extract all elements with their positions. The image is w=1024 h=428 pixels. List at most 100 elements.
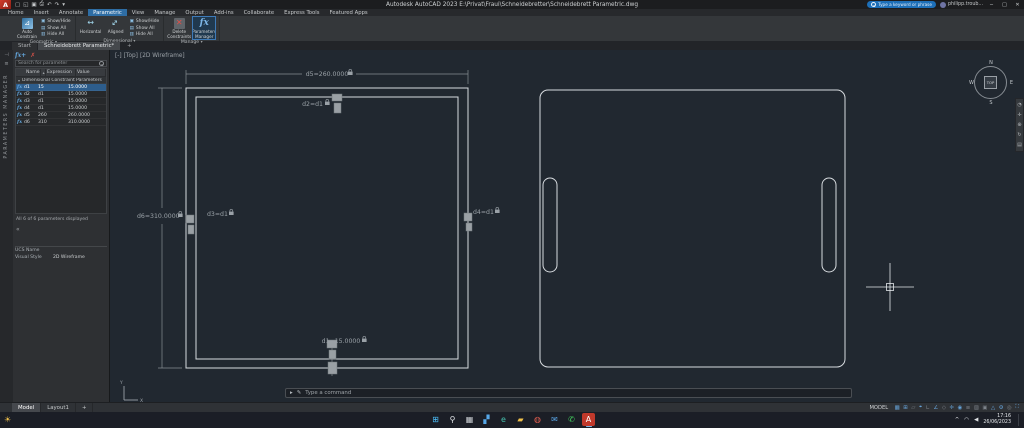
collapse-group-icon[interactable]: ▾: [18, 78, 20, 83]
parameter-row[interactable]: fx d5 260 260.0000: [16, 112, 106, 119]
parameter-row[interactable]: fx d1 15 15.0000: [16, 84, 106, 91]
ribbon-tab[interactable]: View: [127, 9, 150, 16]
dim-constraint-d1[interactable]: d1=15.0000: [322, 338, 361, 345]
workspace-switching-icon[interactable]: ⚙: [999, 405, 1004, 411]
file-explorer-button[interactable]: ▰: [514, 413, 527, 426]
new-parameter-button[interactable]: fx+: [15, 52, 26, 59]
grips[interactable]: [185, 93, 473, 375]
viewport-menu-control[interactable]: [-]: [115, 53, 122, 59]
viewcube-west[interactable]: W: [969, 80, 974, 86]
autocad-taskbar-button[interactable]: A: [582, 413, 595, 427]
dim-constraint-d4[interactable]: d4=d1: [473, 209, 494, 216]
hidden-icons-chevron[interactable]: ^: [955, 417, 960, 423]
viewcube-top-face[interactable]: TOP: [984, 76, 997, 89]
weather-widget-icon[interactable]: ☀: [4, 415, 11, 424]
ribbon-tab[interactable]: Featured Apps: [325, 9, 373, 16]
left-handle-slot[interactable]: [542, 177, 558, 273]
edge-browser-button[interactable]: e: [497, 413, 510, 426]
aligned-constraint-button[interactable]: ↔ Aligned: [105, 17, 127, 38]
grip[interactable]: [465, 222, 473, 232]
customize-command-line-icon[interactable]: ✎: [297, 390, 302, 396]
drawing-canvas[interactable]: d5=260.0000 d6=310.0000 d2=d1 d3=d1 d4=d…: [110, 50, 1024, 402]
ucs-name-row[interactable]: UCS Name: [15, 247, 107, 254]
show-desktop-button[interactable]: [1018, 414, 1020, 426]
model-space-label[interactable]: MODEL: [869, 405, 888, 411]
isometric-drafting-icon[interactable]: ◇: [942, 405, 946, 411]
dim-constraint-d3[interactable]: d3=d1: [207, 211, 228, 218]
volume-icon[interactable]: ◀: [974, 417, 978, 423]
qat-dropdown-icon[interactable]: ▾: [62, 2, 65, 8]
plot-icon[interactable]: ⎙: [40, 1, 44, 8]
grid-display-icon[interactable]: ▦: [895, 405, 900, 411]
object-snap-tracking-icon[interactable]: ✛: [950, 405, 955, 411]
parameter-group-row[interactable]: ▾ Dimensional Constraint Parameters: [16, 77, 106, 84]
minimize-button[interactable]: ─: [987, 2, 996, 8]
viewcube-east[interactable]: E: [1010, 80, 1013, 86]
whatsapp-button[interactable]: ✆: [565, 413, 578, 426]
ortho-mode-icon[interactable]: ∟: [926, 405, 931, 411]
grip[interactable]: [328, 349, 337, 360]
maximize-button[interactable]: □: [1000, 2, 1009, 8]
ribbon-tab[interactable]: Collaborate: [239, 9, 280, 16]
parameters-manager-button[interactable]: fx Parameters Manager: [192, 15, 217, 41]
user-account[interactable]: philipp.troub...: [939, 1, 983, 8]
save-icon[interactable]: ▣: [31, 2, 36, 8]
geometric-hide-all-button[interactable]: ▥ Hide All: [41, 32, 71, 38]
geometric-show-hide-button[interactable]: ▣ Show/Hide: [41, 19, 71, 25]
auto-hide-icon[interactable]: ⊣: [4, 52, 8, 58]
dimensional-show-hide-button[interactable]: ▣ Show/Hide: [130, 19, 160, 25]
outer-rectangle[interactable]: [185, 87, 469, 369]
dynamic-input-icon[interactable]: ⌖: [919, 404, 922, 411]
close-button[interactable]: ✕: [1013, 2, 1022, 8]
ribbon-tab[interactable]: Output: [180, 9, 208, 16]
new-drawing-icon[interactable]: ▢: [15, 2, 20, 8]
dim-constraint-d2[interactable]: d2=d1: [302, 101, 323, 108]
annotation-monitor-icon[interactable]: ◎: [1007, 405, 1012, 411]
browser-button[interactable]: ◍: [531, 413, 544, 426]
viewcube-north[interactable]: N: [989, 60, 993, 66]
delete-constraints-button[interactable]: ✕ Delete Constraints: [167, 17, 191, 39]
parameter-row[interactable]: fx d3 d1 15.0000: [16, 98, 106, 105]
network-icon[interactable]: ◠: [964, 417, 969, 423]
cutting-board-outline[interactable]: [539, 89, 846, 368]
viewcube[interactable]: N S W E TOP: [968, 60, 1014, 106]
snap-mode-icon[interactable]: ⊞: [903, 405, 908, 411]
inner-rectangle[interactable]: [195, 96, 459, 360]
ribbon-tab[interactable]: Insert: [29, 9, 54, 16]
geometric-panel-caption[interactable]: Geometric ▾: [12, 39, 75, 45]
grip[interactable]: [185, 214, 195, 224]
model-tab[interactable]: Model: [12, 403, 42, 412]
dim-constraint-d6[interactable]: d6=310.0000: [137, 213, 180, 220]
taskbar-clock[interactable]: 17:16 26/06/2023: [983, 414, 1011, 426]
redo-icon[interactable]: ↷: [55, 2, 60, 8]
clean-screen-icon[interactable]: ⛶: [1015, 404, 1019, 411]
delete-parameter-button[interactable]: ✗: [30, 52, 35, 59]
auto-constrain-button[interactable]: ⊿ Auto Constrain: [16, 17, 38, 39]
autocad-logo[interactable]: A: [0, 0, 11, 9]
parameter-row[interactable]: fx d6 310 310.0000: [16, 119, 106, 126]
expression-column-header[interactable]: Expression: [46, 69, 76, 76]
grip[interactable]: [327, 361, 338, 375]
open-icon[interactable]: ◱: [23, 2, 28, 8]
visual-style-control[interactable]: [2D Wireframe]: [140, 53, 185, 59]
command-line[interactable]: ▸ ✎ Type a command: [285, 388, 852, 398]
name-column-header[interactable]: Name ▴: [24, 69, 46, 76]
ribbon-tab[interactable]: Add-ins: [209, 9, 239, 16]
recent-commands-icon[interactable]: ▸: [290, 390, 293, 396]
layout1-tab[interactable]: Layout1: [41, 403, 76, 412]
dimensional-panel-caption[interactable]: Dimensional ▾: [76, 38, 164, 44]
start-button[interactable]: ⊞: [429, 413, 442, 426]
annotation-scale-icon[interactable]: △: [991, 405, 995, 411]
pan-icon[interactable]: ✛: [1017, 112, 1021, 118]
ribbon-tab[interactable]: Manage: [149, 9, 180, 16]
ribbon-tab[interactable]: Home: [3, 9, 29, 16]
collapse-grid-button[interactable]: «: [16, 226, 20, 233]
selection-cycling-icon[interactable]: ▣: [982, 405, 987, 411]
model-space[interactable]: [-] [Top] [2D Wireframe] d5=260.0000 d6=…: [110, 50, 1024, 402]
dimensional-show-all-button[interactable]: ▤ Show All: [130, 26, 160, 32]
geometric-show-all-button[interactable]: ▤ Show All: [41, 26, 71, 32]
widgets-button[interactable]: ▞: [480, 413, 493, 426]
right-handle-slot[interactable]: [821, 177, 837, 273]
parameter-search-input[interactable]: Search for parameter: [15, 60, 107, 67]
grip[interactable]: [333, 102, 342, 114]
